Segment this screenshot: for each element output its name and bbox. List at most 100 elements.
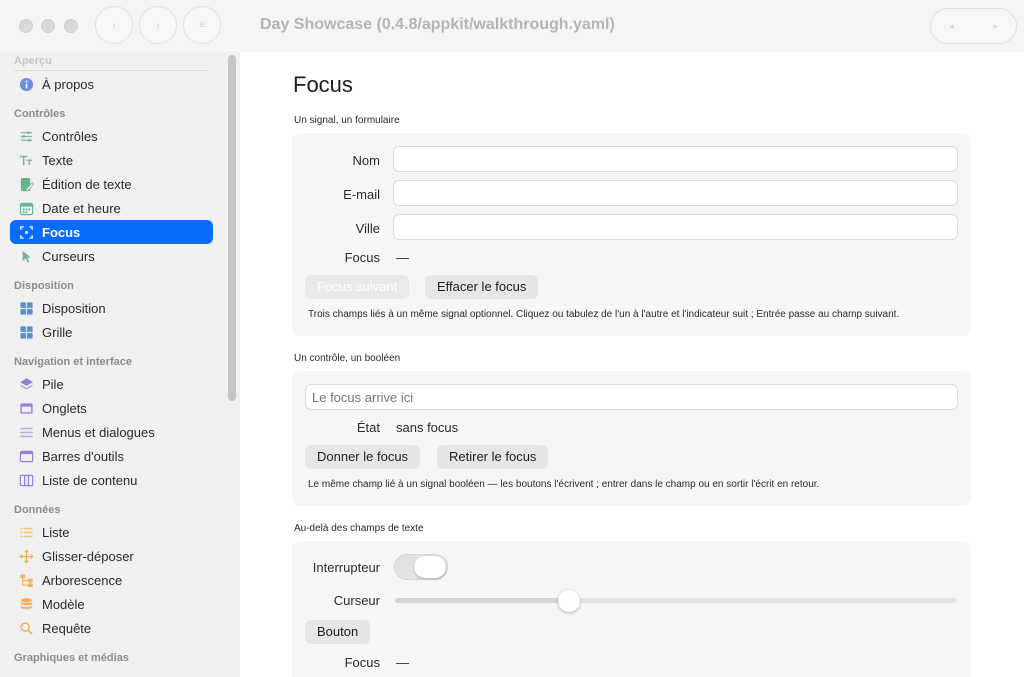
give-focus-button[interactable]: Donner le focus xyxy=(305,445,421,469)
sidebar-item-label: Grille xyxy=(42,324,73,340)
menu-icon xyxy=(18,424,34,440)
info-icon xyxy=(18,76,34,92)
calendar-icon xyxy=(18,200,34,216)
sidebar-item-label: Focus xyxy=(42,224,81,240)
sidebar-item-label: À propos xyxy=(42,76,95,92)
sidebar-item-label: Glisser-déposer xyxy=(42,548,134,564)
title-bar: ‹ › ≡ Day Showcase (0.4.8/appkit/walkthr… xyxy=(0,0,1024,52)
sidebar-item-label: Requête xyxy=(42,620,92,636)
switch-knob[interactable] xyxy=(414,556,446,578)
back-icon: ‹ xyxy=(112,19,116,31)
sidebar-item-label: Texte xyxy=(42,152,74,168)
drag-icon xyxy=(18,548,34,564)
back-button[interactable]: ‹ xyxy=(95,6,133,44)
sidebar-item[interactable]: Grille xyxy=(10,320,213,344)
sliders-icon xyxy=(18,128,34,144)
next-icon[interactable]: ▸ xyxy=(993,21,998,32)
zoom-window-button[interactable] xyxy=(64,19,78,33)
main-content: Focus Un signal, un formulaire Nom E-mai… xyxy=(240,52,1024,677)
sidebar-item[interactable]: Onglets xyxy=(10,396,213,420)
edit-document-icon xyxy=(18,176,34,192)
sidebar-item[interactable]: Texte xyxy=(10,148,213,172)
forward-icon: › xyxy=(156,19,160,31)
grid-icon xyxy=(18,324,34,340)
sidebar-toggle-button[interactable]: ≡ xyxy=(183,6,221,44)
previous-icon[interactable]: ◂ xyxy=(949,21,954,32)
sidebar-item[interactable]: Liste de contenu xyxy=(10,468,213,492)
sidebar-section-header: Contrôles xyxy=(14,108,66,120)
city-label: Ville xyxy=(355,220,380,236)
remove-focus-button[interactable]: Retirer le focus xyxy=(437,445,549,469)
focus-target-input[interactable] xyxy=(305,384,958,410)
tabs-icon xyxy=(18,400,34,416)
sidebar-section-header: Aperçu xyxy=(14,55,52,67)
database-icon xyxy=(18,596,34,612)
sidebar-item-label: Curseurs xyxy=(42,248,95,264)
page-title: Focus xyxy=(293,72,353,97)
forward-button[interactable]: › xyxy=(139,6,177,44)
sidebar-item-label: Édition de texte xyxy=(42,176,132,192)
sidebar-item[interactable]: Glisser-déposer xyxy=(10,544,213,568)
name-label: Nom xyxy=(352,152,380,168)
focus-indicator: — xyxy=(396,249,409,265)
close-window-button[interactable] xyxy=(19,19,33,33)
sidebar-section-header: Données xyxy=(14,504,61,516)
search-icon xyxy=(18,620,34,636)
sidebar-item[interactable]: Arborescence xyxy=(10,568,213,592)
sidebar-item[interactable]: Requête xyxy=(10,616,213,640)
list-icon xyxy=(18,524,34,540)
minimize-window-button[interactable] xyxy=(41,19,55,33)
email-field[interactable] xyxy=(393,180,958,206)
focus-label: Focus xyxy=(344,654,380,670)
sidebar-item[interactable]: Modèle xyxy=(10,592,213,616)
section-heading: Un signal, un formulaire xyxy=(294,115,400,126)
switch-toggle[interactable] xyxy=(394,554,448,580)
name-field[interactable] xyxy=(393,146,958,172)
sidebar-scrollbar[interactable] xyxy=(227,55,237,675)
section-note: Trois champs liés à un même signal optio… xyxy=(308,309,900,320)
section-heading: Un contrôle, un booléen xyxy=(294,353,401,364)
cursor-icon xyxy=(18,248,34,264)
stack-icon xyxy=(18,376,34,392)
focus-label: Focus xyxy=(344,249,380,265)
sidebar-section-header: Disposition xyxy=(14,280,74,292)
sidebar-item[interactable]: Édition de texte xyxy=(10,172,213,196)
slider-fill xyxy=(395,598,569,603)
sidebar-item-label: Contrôles xyxy=(42,128,98,144)
sidebar-item-label: Liste de contenu xyxy=(42,472,138,488)
slider-knob[interactable] xyxy=(558,590,580,612)
sidebar-item-label: Modèle xyxy=(42,596,85,612)
sidebar-item[interactable]: Date et heure xyxy=(10,196,213,220)
switch-label: Interrupteur xyxy=(312,559,380,575)
toolbar-icon xyxy=(18,448,34,464)
city-field[interactable] xyxy=(393,214,958,240)
tree-icon xyxy=(18,572,34,588)
sidebar-item-label: Pile xyxy=(42,376,64,392)
toolbar-segmented-control[interactable]: ◂ ▸ xyxy=(930,8,1017,44)
email-label: E-mail xyxy=(343,186,380,202)
columns-icon xyxy=(18,472,34,488)
sidebar-item-label: Liste xyxy=(42,524,70,540)
sidebar-item-label: Disposition xyxy=(42,300,106,316)
state-label: État xyxy=(356,419,380,435)
sidebar-item[interactable]: Curseurs xyxy=(10,244,213,268)
sidebar-item[interactable]: À propos xyxy=(10,72,213,96)
sidebar-item[interactable]: Contrôles xyxy=(10,124,213,148)
sidebar-item-label: Date et heure xyxy=(42,200,121,216)
sidebar-item[interactable]: Barres d'outils xyxy=(10,444,213,468)
sidebar-list: Aperçu À propos Contrôles Contrôles Texte Édi… xyxy=(0,52,224,672)
sidebar-item[interactable]: Menus et dialogues xyxy=(10,420,213,444)
sidebar-item[interactable]: Pile xyxy=(10,372,213,396)
slider[interactable] xyxy=(395,590,957,612)
section-heading: Au-delà des champs de texte xyxy=(294,523,424,534)
generic-button[interactable]: Bouton xyxy=(305,620,371,644)
sidebar-scrollbar-thumb[interactable] xyxy=(228,55,236,401)
clear-focus-button[interactable]: Effacer le focus xyxy=(425,275,539,299)
sidebar-item[interactable]: Focus xyxy=(10,220,213,244)
sidebar-item[interactable]: Disposition xyxy=(10,296,213,320)
sidebar-item[interactable]: Liste xyxy=(10,520,213,544)
state-value: sans focus xyxy=(396,419,459,435)
sidebar-item-label: Onglets xyxy=(42,400,87,416)
next-focus-button[interactable]: Focus suivant xyxy=(305,275,410,299)
focus-indicator: — xyxy=(396,654,409,670)
